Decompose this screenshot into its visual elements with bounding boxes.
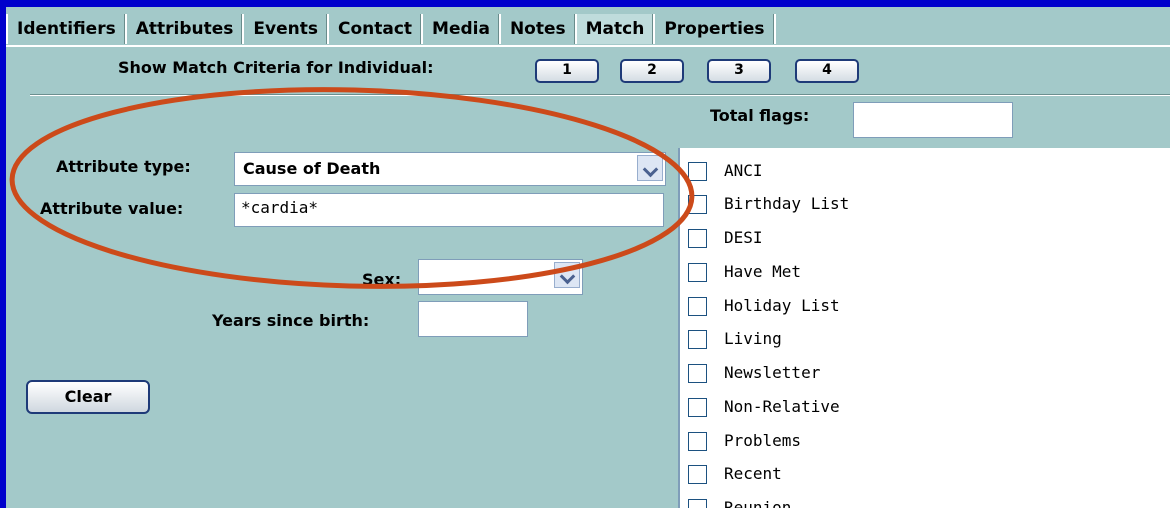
left-border (0, 0, 6, 508)
chevron-down-icon[interactable] (637, 155, 663, 181)
flag-checkbox[interactable] (688, 297, 707, 316)
flag-checkbox[interactable] (688, 398, 707, 417)
flag-checkbox[interactable] (688, 499, 707, 508)
flag-label: Recent (724, 464, 782, 483)
flag-label: DESI (724, 228, 763, 247)
tab-underline (6, 45, 1170, 47)
flag-checkbox[interactable] (688, 263, 707, 282)
flag-label: Reunion (724, 498, 792, 508)
tab-identifiers[interactable]: Identifiers (6, 14, 127, 44)
flag-checkbox[interactable] (688, 162, 707, 181)
attribute-value-label: Attribute value: (40, 199, 184, 218)
flag-label: Have Met (724, 262, 802, 281)
attribute-type-label: Attribute type: (56, 157, 191, 176)
attribute-type-value: Cause of Death (243, 159, 381, 178)
tab-bar: Identifiers Attributes Events Contact Me… (6, 14, 776, 46)
tab-properties[interactable]: Properties (655, 14, 776, 44)
flags-list: ANCI Birthday List DESI Have Met Holiday… (678, 148, 1170, 508)
chevron-down-icon[interactable] (554, 262, 580, 288)
tab-notes[interactable]: Notes (500, 14, 577, 44)
years-since-birth-field[interactable] (418, 301, 528, 337)
flag-checkbox[interactable] (688, 465, 707, 484)
top-border (0, 0, 1170, 7)
flag-checkbox[interactable] (688, 229, 707, 248)
flag-checkbox[interactable] (688, 195, 707, 214)
flag-checkbox[interactable] (688, 364, 707, 383)
tab-match[interactable]: Match (576, 14, 656, 44)
match-criteria-label: Show Match Criteria for Individual: (118, 58, 434, 77)
flag-label: Holiday List (724, 296, 840, 315)
window-frame: Identifiers Attributes Events Contact Me… (0, 0, 1170, 508)
flag-checkbox[interactable] (688, 432, 707, 451)
attribute-type-select[interactable]: Cause of Death (234, 152, 666, 186)
sex-select[interactable] (418, 259, 583, 295)
total-flags-label: Total flags: (710, 106, 810, 125)
flag-label: Problems (724, 431, 802, 450)
tab-attributes[interactable]: Attributes (126, 14, 245, 44)
tab-contact[interactable]: Contact (328, 14, 424, 44)
individual-1-button[interactable]: 1 (535, 59, 599, 83)
flag-checkbox[interactable] (688, 330, 707, 349)
flag-label: Birthday List (724, 194, 850, 213)
individual-2-button[interactable]: 2 (620, 59, 684, 83)
clear-button[interactable]: Clear (26, 380, 150, 414)
flag-label: Living (724, 329, 782, 348)
years-since-birth-label: Years since birth: (212, 311, 370, 330)
total-flags-field[interactable] (853, 102, 1013, 138)
flag-label: Non-Relative (724, 397, 840, 416)
individual-4-button[interactable]: 4 (795, 59, 859, 83)
attribute-value-field[interactable]: *cardia* (234, 193, 664, 227)
section-divider (30, 94, 1170, 96)
tab-events[interactable]: Events (244, 14, 329, 44)
sex-label: Sex: (362, 270, 402, 289)
tab-media[interactable]: Media (423, 14, 501, 44)
individual-3-button[interactable]: 3 (707, 59, 771, 83)
flag-label: ANCI (724, 161, 763, 180)
flag-label: Newsletter (724, 363, 821, 382)
